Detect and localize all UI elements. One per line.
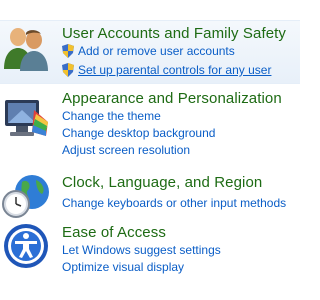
ease-of-access-icon[interactable] bbox=[2, 222, 50, 270]
category-title-ease-of-access[interactable]: Ease of Access bbox=[62, 224, 166, 241]
category-title-appearance[interactable]: Appearance and Personalization bbox=[62, 90, 282, 107]
link-let-windows-suggest-settings[interactable]: Let Windows suggest settings bbox=[62, 243, 221, 257]
link-change-keyboards[interactable]: Change keyboards or other input methods bbox=[62, 196, 286, 210]
link-add-remove-user-accounts[interactable]: Add or remove user accounts bbox=[78, 44, 235, 58]
category-appearance[interactable]: Appearance and Personalization Change th… bbox=[0, 86, 300, 160]
uac-shield-icon bbox=[62, 63, 74, 77]
link-parental-controls[interactable]: Set up parental controls for any user bbox=[78, 63, 271, 77]
link-optimize-visual-display[interactable]: Optimize visual display bbox=[62, 260, 184, 274]
link-change-theme[interactable]: Change the theme bbox=[62, 109, 161, 123]
category-user-accounts[interactable]: User Accounts and Family Safety Add or r… bbox=[0, 20, 300, 84]
clock-globe-icon[interactable] bbox=[2, 172, 50, 220]
link-adjust-screen-resolution[interactable]: Adjust screen resolution bbox=[62, 143, 190, 157]
link-change-desktop-background[interactable]: Change desktop background bbox=[62, 126, 215, 140]
appearance-monitor-icon[interactable] bbox=[2, 92, 50, 140]
uac-shield-icon bbox=[62, 44, 74, 58]
users-icon[interactable] bbox=[2, 23, 50, 71]
category-title-clock-language-region[interactable]: Clock, Language, and Region bbox=[62, 174, 262, 191]
category-title-user-accounts[interactable]: User Accounts and Family Safety bbox=[62, 25, 286, 42]
category-clock-language-region[interactable]: Clock, Language, and Region Change keybo… bbox=[0, 170, 300, 220]
category-ease-of-access[interactable]: Ease of Access Let Windows suggest setti… bbox=[0, 220, 300, 280]
